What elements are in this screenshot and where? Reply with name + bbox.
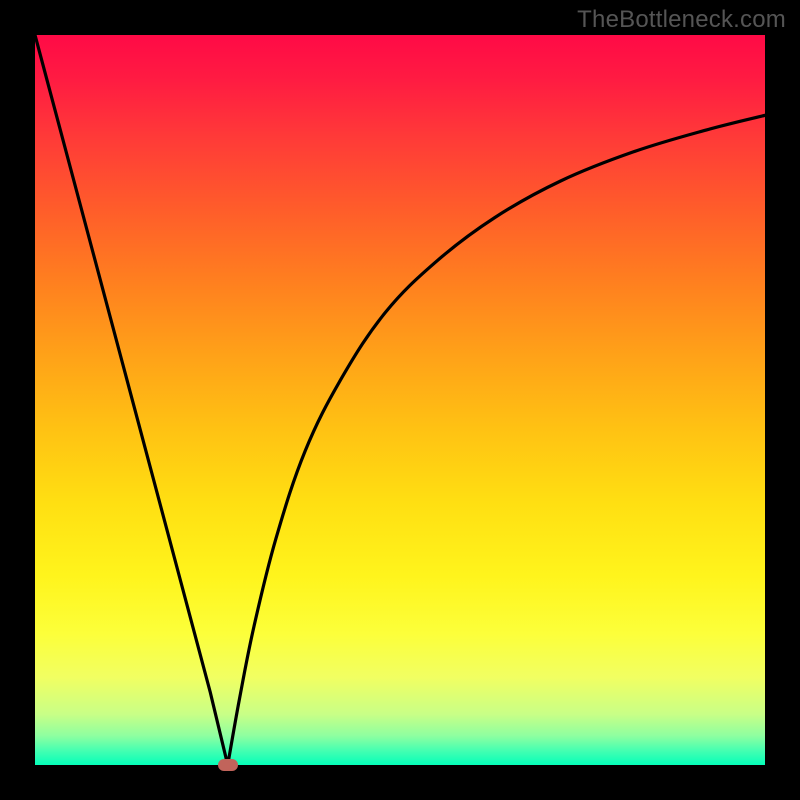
plot-area xyxy=(35,35,765,765)
optimum-marker xyxy=(218,759,238,771)
curve-svg xyxy=(35,35,765,765)
bottleneck-curve xyxy=(35,35,765,765)
chart-frame: TheBottleneck.com xyxy=(0,0,800,800)
watermark-text: TheBottleneck.com xyxy=(577,6,786,34)
